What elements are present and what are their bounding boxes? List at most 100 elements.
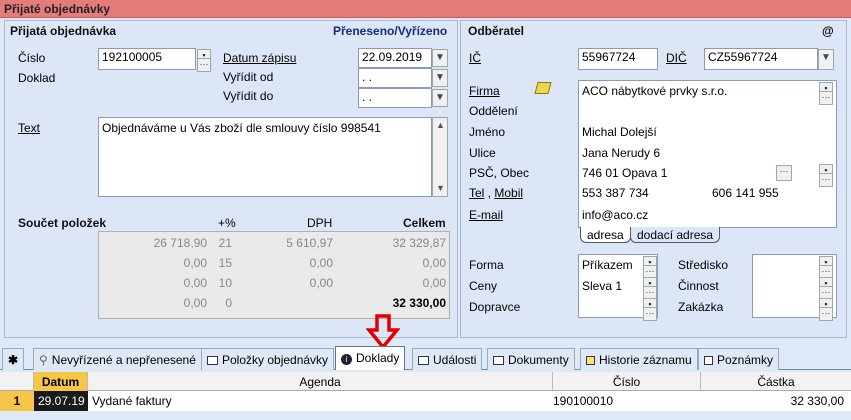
tel-value[interactable]: 553 387 734 (582, 186, 649, 200)
sum-base: 0,00 (183, 256, 207, 270)
row-datum[interactable]: 29.07.19 (34, 391, 88, 411)
window-title: Přijaté objednávky (0, 0, 851, 18)
obec-more-button-2[interactable]: ··· (819, 173, 833, 187)
firma-label: Firma (469, 84, 500, 98)
sum-col-dph: DPH (307, 216, 333, 230)
dopravce-label: Dopravce (469, 300, 521, 314)
column-agenda[interactable]: Agenda (88, 372, 553, 391)
jmeno-label: Jméno (469, 125, 506, 139)
row-castka[interactable]: 32 330,00 (701, 394, 844, 408)
jmeno-value[interactable]: Michal Dolejší (582, 125, 657, 139)
sum-col-pct: +% (218, 216, 236, 230)
history-icon (586, 356, 595, 365)
tab-nevyrizene-label: Nevyřízené a nepřenesené (51, 353, 196, 367)
scroll-down-icon[interactable]: ▼ (436, 183, 445, 193)
column-datum[interactable]: Datum (34, 372, 88, 391)
sum-pct: 21 (218, 236, 232, 250)
datum-zapisu-input[interactable]: 22.09.2019 (358, 48, 432, 68)
datum-zapisu-dropdown[interactable]: ▼ (432, 49, 448, 67)
cislo-label: Číslo (18, 51, 46, 65)
stredisko-label: Středisko (678, 258, 729, 272)
firma-value[interactable]: ACO nábytkové prvky s.r.o. (582, 84, 727, 98)
arrow-down-icon (366, 314, 400, 350)
obec-value[interactable]: Opava 1 (622, 166, 667, 180)
tab-historie[interactable]: Historie záznamu (580, 348, 698, 370)
order-status: Přeneseno/Vyřízeno (333, 24, 448, 38)
tab-dodaci-adresa[interactable]: dodací adresa (630, 227, 721, 243)
vyridit-do-label: Vyřídit do (223, 89, 274, 103)
dopravce-more-button[interactable]: ··· (643, 307, 657, 321)
ceny-label: Ceny (469, 279, 498, 293)
tab-nevyrizene[interactable]: ⚲ Nevyřízené a nepřenesené (33, 348, 202, 370)
cinnost-label: Činnost (678, 279, 719, 293)
table-row[interactable]: 1 29.07.19 Vydané faktury 190100010 32 3… (0, 391, 851, 411)
filter-icon: ⚲ (39, 353, 48, 367)
sum-total: 0,00 (422, 256, 446, 270)
sum-title: Součet položek (18, 216, 107, 230)
tab-polozky[interactable]: Položky objednávky (201, 348, 335, 370)
dic-input[interactable]: CZ55967724 (704, 48, 818, 70)
vyridit-od-label: Vyřídit od (223, 70, 274, 84)
tab-adresa[interactable]: adresa (580, 227, 631, 243)
tab-polozky-label: Položky objednávky (222, 353, 329, 367)
zakazka-more-button[interactable]: ··· (819, 307, 833, 321)
column-cislo[interactable]: Číslo (553, 372, 701, 391)
ceny-value[interactable]: Sleva 1 (582, 279, 622, 293)
info-icon: i (341, 354, 352, 365)
dic-label: DIČ (666, 51, 687, 65)
ulice-value[interactable]: Jana Nerudy 6 (582, 146, 660, 160)
order-header: Přijatá objednávka (10, 24, 117, 38)
sum-pct: 15 (218, 256, 232, 270)
vyridit-od-dropdown[interactable]: ▼ (432, 69, 448, 87)
datum-zapisu-label: Datum zápisu (223, 51, 297, 65)
customer-header: Odběratel (468, 24, 525, 38)
forma-label: Forma (469, 258, 504, 272)
obec-more-button[interactable]: ··· (776, 165, 792, 181)
text-label: Text (18, 121, 41, 135)
email-at-icon[interactable]: @ (822, 24, 834, 38)
tab-dokumenty[interactable]: Dokumenty (487, 348, 575, 370)
tab-udalosti[interactable]: Události (412, 348, 483, 370)
mobil-value[interactable]: 606 141 955 (712, 186, 779, 200)
sum-base: 26 718,90 (153, 236, 207, 250)
cislo-input[interactable]: 192100005 (98, 48, 196, 70)
ic-input[interactable]: 55967724 (578, 48, 658, 70)
grid-corner (0, 372, 34, 391)
tab-historie-label: Historie záznamu (599, 353, 692, 367)
sum-dph: 0,00 (309, 256, 333, 270)
sum-pct: 0 (225, 296, 232, 310)
row-number: 1 (0, 391, 34, 411)
grid-header: Datum Agenda Číslo Částka (0, 372, 851, 391)
tab-poznamky[interactable]: Poznámky (698, 348, 780, 370)
vyridit-do-dropdown[interactable]: ▼ (432, 89, 448, 107)
firma-more-button[interactable]: ··· (819, 91, 833, 105)
row-agenda[interactable]: Vydané faktury (92, 394, 172, 408)
column-castka[interactable]: Částka (701, 372, 851, 391)
forma-value[interactable]: Příkazem (582, 258, 633, 272)
sum-grand-total: 32 330,00 (392, 296, 446, 310)
tab-poznamky-label: Poznámky (717, 353, 774, 367)
psc-value[interactable]: 746 01 (582, 166, 619, 180)
note-icon (704, 356, 713, 365)
scroll-up-icon[interactable]: ▲ (436, 120, 445, 130)
sum-total: 32 329,87 (392, 236, 446, 250)
folder-icon (493, 356, 504, 365)
text-area[interactable]: Objednáváme u Vás zboží dle smlouvy čísl… (98, 117, 432, 197)
psc-label: PSČ, Obec (469, 166, 530, 180)
row-cislo[interactable]: 190100010 (553, 394, 613, 408)
vyridit-od-input[interactable]: . . (358, 68, 432, 88)
tab-doklady[interactable]: i Doklady (335, 346, 406, 370)
sum-dph: 5 610,97 (286, 236, 333, 250)
tel-link[interactable]: Tel (469, 186, 484, 200)
mobil-link[interactable]: Mobil (494, 186, 523, 200)
doklad-label: Doklad (18, 71, 56, 85)
dic-dropdown[interactable]: ▼ (818, 49, 834, 70)
vyridit-do-input[interactable]: . . (358, 88, 432, 108)
tab-udalosti-label: Události (433, 353, 477, 367)
sum-dph: 0,00 (309, 276, 333, 290)
tel-label: Tel , Mobil (469, 186, 524, 200)
cislo-more-button[interactable]: ··· (197, 58, 211, 72)
table-icon (207, 356, 218, 365)
email-value[interactable]: info@aco.cz (582, 208, 648, 222)
tab-all[interactable]: ✱ (2, 348, 25, 370)
